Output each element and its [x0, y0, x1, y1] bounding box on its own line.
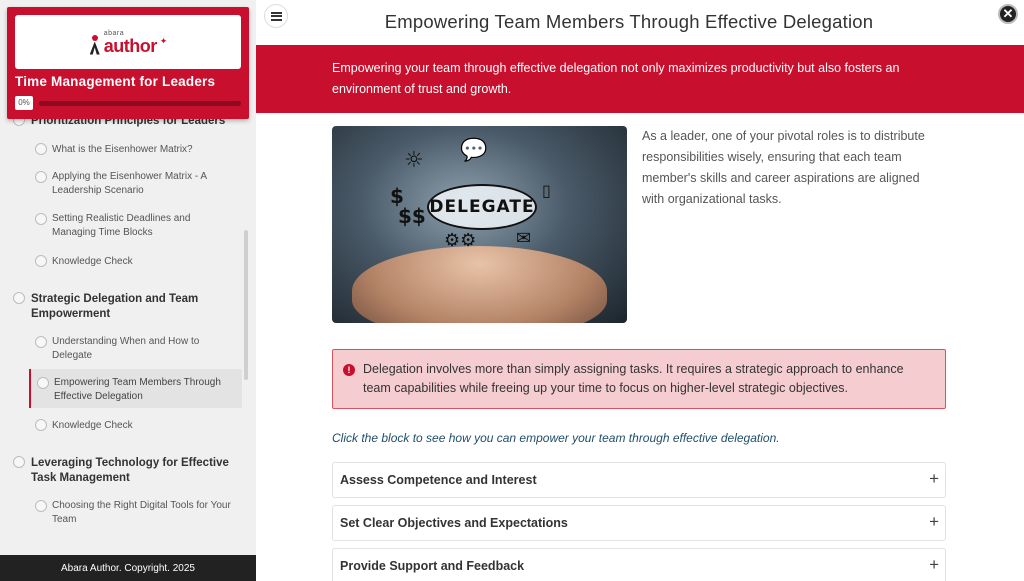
outline-lesson[interactable]: What is the Eisenhower Matrix?	[0, 141, 244, 159]
lesson-label: Understanding When and How to Delegate	[52, 336, 200, 361]
menu-toggle-button[interactable]	[264, 4, 288, 28]
radio-icon	[35, 171, 47, 183]
close-icon: ✕	[1002, 6, 1014, 21]
logo-figure-icon	[89, 34, 101, 55]
intro-paragraph: As a leader, one of your pivotal roles i…	[642, 129, 925, 206]
mail-icon: ✉	[516, 228, 532, 249]
progress-bar	[39, 100, 241, 106]
page-title: Empowering Team Members Through Effectiv…	[384, 11, 874, 32]
sidebar-scrollbar[interactable]	[244, 230, 248, 380]
outline-lesson[interactable]: Knowledge Check	[0, 253, 244, 271]
lesson-label: Empowering Team Members Through Effectiv…	[54, 377, 221, 402]
lightbulb-icon: ☼	[404, 148, 424, 173]
accordion-item[interactable]: Provide Support and Feedback +	[332, 548, 946, 581]
radio-icon	[35, 419, 47, 431]
radio-icon	[37, 377, 49, 389]
outline-lesson-active[interactable]: Empowering Team Members Through Effectiv…	[0, 375, 244, 405]
radio-icon	[35, 143, 47, 155]
plus-icon: +	[929, 512, 939, 531]
outline-lesson[interactable]: Understanding When and How to Delegate	[0, 334, 244, 364]
lesson-label: What is the Eisenhower Matrix?	[52, 144, 193, 155]
lesson-label: Choosing the Right Digital Tools for You…	[52, 500, 231, 525]
logo-card: abara author ✦	[15, 15, 241, 69]
phone-icon: ▯	[542, 181, 551, 200]
accordion-label: Provide Support and Feedback	[340, 559, 525, 573]
outline-lesson[interactable]: Applying the Eisenhower Matrix - A Leade…	[0, 169, 244, 199]
outline-section[interactable]: Leveraging Technology for Effective Task…	[0, 454, 244, 488]
hamburger-icon	[270, 11, 282, 21]
course-progress: 0%	[15, 95, 241, 111]
delegate-hero-image: DELEGATE ☼ 💬 $ $$ ▯ ⚙⚙ ✉	[332, 126, 627, 323]
info-icon: !	[343, 364, 355, 376]
radio-icon	[35, 255, 47, 267]
lesson-label: Setting Realistic Deadlines and Managing…	[52, 213, 191, 238]
speech-bubble-icon: 💬	[460, 138, 488, 163]
section-label: Strategic Delegation and Team Empowermen…	[31, 293, 199, 320]
lesson-label: Applying the Eisenhower Matrix - A Leade…	[52, 171, 207, 196]
accordion-item[interactable]: Set Clear Objectives and Expectations +	[332, 505, 946, 541]
accordion-item[interactable]: Assess Competence and Interest +	[332, 462, 946, 498]
progress-percent: 0%	[15, 96, 33, 110]
alert-text: Delegation involves more than simply ass…	[363, 362, 904, 395]
hands-illustration	[352, 246, 607, 323]
gears-icon: ⚙⚙	[444, 230, 477, 251]
dollar-icon: $$	[398, 204, 426, 228]
delegate-word: DELEGATE	[427, 184, 537, 230]
abara-author-logo: abara author ✦	[89, 30, 168, 56]
plus-icon: +	[929, 469, 939, 488]
course-header: abara author ✦ Time Management for Leade…	[7, 7, 249, 119]
section-label: Leveraging Technology for Effective Task…	[31, 457, 229, 484]
outline-section[interactable]: Strategic Delegation and Team Empowermen…	[0, 290, 244, 324]
copyright-footer: Abara Author. Copyright. 2025	[0, 555, 256, 581]
info-alert: ! Delegation involves more than simply a…	[332, 349, 946, 409]
radio-icon	[35, 213, 47, 225]
radio-icon	[13, 456, 25, 468]
radio-icon	[13, 292, 25, 304]
lesson-label: Knowledge Check	[52, 420, 133, 431]
outline-lesson[interactable]: Setting Realistic Deadlines and Managing…	[0, 211, 244, 241]
outline-lesson[interactable]: Choosing the Right Digital Tools for You…	[0, 498, 244, 528]
banner-text: Empowering your team through effective d…	[332, 61, 900, 96]
intro-banner: Empowering your team through effective d…	[256, 45, 1024, 113]
instruction-hint: Click the block to see how you can empow…	[332, 431, 780, 445]
radio-icon	[35, 336, 47, 348]
accordion-label: Assess Competence and Interest	[340, 473, 537, 487]
accordion-label: Set Clear Objectives and Expectations	[340, 516, 568, 530]
radio-icon	[35, 500, 47, 512]
lesson-content: Empowering Team Members Through Effectiv…	[256, 0, 1024, 581]
lesson-label: Knowledge Check	[52, 256, 133, 267]
course-title: Time Management for Leaders	[15, 74, 216, 89]
sidebar: Prioritization Principles for Leaders Wh…	[0, 0, 256, 581]
close-button[interactable]: ✕	[998, 4, 1018, 24]
outline-lesson[interactable]: Knowledge Check	[0, 417, 244, 435]
logo-big-text: author	[103, 35, 158, 56]
sparkle-icon: ✦	[159, 35, 168, 46]
plus-icon: +	[929, 555, 939, 574]
